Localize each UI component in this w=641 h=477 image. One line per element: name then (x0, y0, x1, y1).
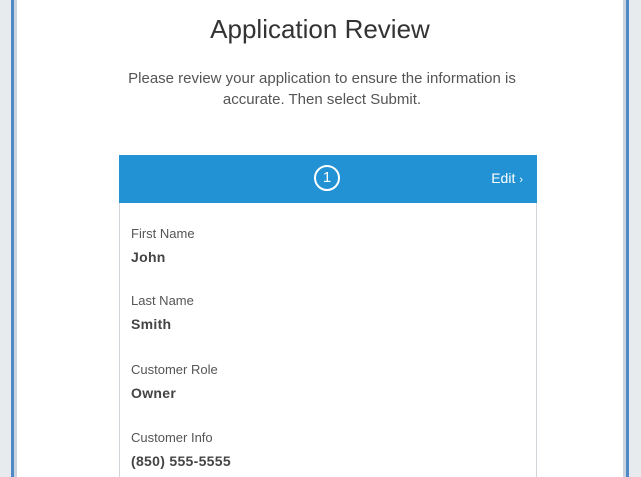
step-number-badge: 1 (314, 165, 340, 191)
field-customer-info: Customer Info (850) 555-5555 (131, 430, 231, 469)
intro-text: Please review your application to ensure… (128, 70, 516, 108)
field-value: John (131, 249, 166, 265)
field-first-name: First Name John (131, 226, 195, 265)
field-label: Customer Info (131, 430, 213, 445)
field-value: Smith (131, 316, 172, 332)
field-value: Owner (131, 385, 177, 401)
right-frame-border (626, 0, 641, 477)
field-label: Last Name (131, 293, 194, 308)
review-page: Application Review Please review your ap… (14, 0, 626, 477)
field-value: (850) 555-5555 (131, 453, 231, 469)
field-label: First Name (131, 226, 195, 241)
field-last-name: Last Name Smith (131, 293, 194, 332)
review-section-card: 1 Edit › First Name John Last Name Smith … (119, 155, 537, 477)
field-customer-role: Customer Role Owner (131, 362, 218, 401)
left-frame-border (0, 0, 14, 477)
page-title: Application Review (210, 14, 430, 44)
edit-label: Edit (491, 170, 516, 186)
chevron-right-icon: › (519, 174, 523, 186)
section-header: 1 Edit › (119, 155, 537, 203)
edit-link[interactable]: Edit › (491, 170, 523, 186)
field-label: Customer Role (131, 362, 218, 377)
